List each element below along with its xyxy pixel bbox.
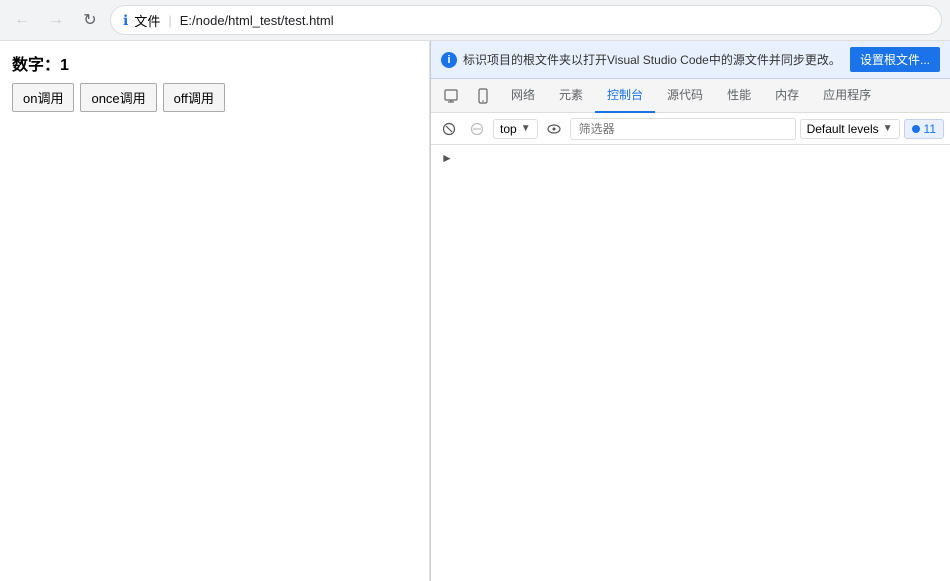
address-info-icon: ℹ <box>123 12 128 29</box>
on-btn[interactable]: on调用 <box>12 83 74 112</box>
devtools-console: ► <box>431 145 950 581</box>
console-expand-arrow[interactable]: ► <box>437 149 457 167</box>
address-file-label: 文件 <box>134 11 160 30</box>
reload-button[interactable]: ↻ <box>76 6 104 34</box>
levels-label: Default levels <box>807 122 879 136</box>
clear-console-button[interactable] <box>437 117 461 141</box>
address-separator: | <box>168 13 171 28</box>
tab-network[interactable]: 网络 <box>499 79 547 113</box>
devtools-toolbar: top ▼ Default levels ▼ 11 <box>431 113 950 145</box>
once-btn[interactable]: once调用 <box>80 83 156 112</box>
tab-sources[interactable]: 源代码 <box>655 79 715 113</box>
context-selector[interactable]: top ▼ <box>493 119 538 139</box>
devtools-tabs: 网络 元素 控制台 源代码 性能 内存 应用程序 <box>431 79 950 113</box>
devtools-setup-button[interactable]: 设置根文件... <box>850 47 940 72</box>
nav-bar: ← → ↻ ℹ 文件 | E:/node/html_test/test.html <box>0 0 950 40</box>
back-button[interactable]: ← <box>8 6 36 34</box>
message-count-badge[interactable]: 11 <box>904 119 944 139</box>
off-btn[interactable]: off调用 <box>163 83 225 112</box>
number-label: 数字： <box>12 57 60 74</box>
message-dot-icon <box>912 125 920 133</box>
filter-input[interactable] <box>570 118 796 140</box>
tab-performance[interactable]: 性能 <box>715 79 763 113</box>
tab-elements[interactable]: 元素 <box>547 79 595 113</box>
devtools-inspect-icon[interactable] <box>435 79 467 113</box>
page-area: 数字：1 on调用 once调用 off调用 i 标识项目的根文件夹以打开Vis… <box>0 41 950 581</box>
devtools-info-bar: i 标识项目的根文件夹以打开Visual Studio Code中的源文件并同步… <box>431 41 950 79</box>
info-circle-icon: i <box>441 52 457 68</box>
context-chevron-icon: ▼ <box>521 123 531 134</box>
tab-memory[interactable]: 内存 <box>763 79 811 113</box>
address-url[interactable]: E:/node/html_test/test.html <box>180 13 334 28</box>
message-count: 11 <box>924 122 936 136</box>
tab-application[interactable]: 应用程序 <box>811 79 883 113</box>
forward-button[interactable]: → <box>42 6 70 34</box>
page-buttons: on调用 once调用 off调用 <box>12 83 417 112</box>
browser-chrome: ← → ↻ ℹ 文件 | E:/node/html_test/test.html <box>0 0 950 41</box>
page-number: 数字：1 <box>12 51 417 75</box>
log-levels-selector[interactable]: Default levels ▼ <box>800 119 900 139</box>
devtools-info-text: 标识项目的根文件夹以打开Visual Studio Code中的源文件并同步更改… <box>463 51 844 68</box>
devtools-panel: i 标识项目的根文件夹以打开Visual Studio Code中的源文件并同步… <box>430 41 950 581</box>
live-expression-button[interactable] <box>542 117 566 141</box>
number-value: 1 <box>60 57 69 74</box>
block-requests-button[interactable] <box>465 117 489 141</box>
webpage-content: 数字：1 on调用 once调用 off调用 <box>0 41 430 581</box>
devtools-mobile-icon[interactable] <box>467 79 499 113</box>
address-bar: ℹ 文件 | E:/node/html_test/test.html <box>110 5 942 35</box>
tab-console[interactable]: 控制台 <box>595 79 655 113</box>
levels-chevron-icon: ▼ <box>883 123 893 134</box>
context-label: top <box>500 122 517 136</box>
